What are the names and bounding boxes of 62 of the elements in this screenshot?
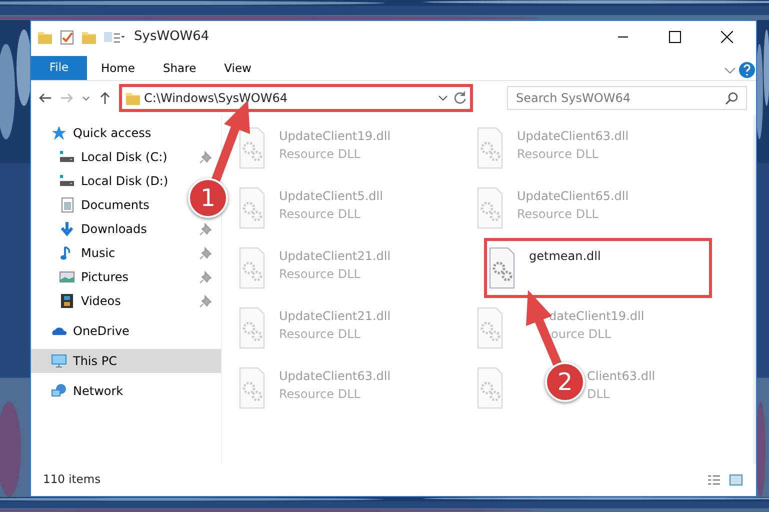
star-icon (51, 125, 67, 141)
maximize-icon[interactable] (669, 31, 681, 43)
file-tab[interactable]: File (31, 56, 87, 80)
dll-file-icon (475, 187, 505, 229)
dll-file-icon (237, 187, 267, 229)
sidebar-item[interactable]: Music (31, 241, 118, 265)
network-icon (51, 383, 67, 399)
drive-icon (59, 149, 75, 165)
sidebar-item[interactable]: Quick access (31, 121, 154, 145)
dll-file-icon (475, 367, 505, 409)
file-type: Resource DLL (279, 326, 362, 343)
details-view-icon[interactable] (706, 473, 722, 487)
film-icon (59, 293, 75, 309)
sidebar-item[interactable]: Documents (31, 193, 152, 217)
search-icon[interactable] (725, 91, 739, 105)
help-icon[interactable] (738, 60, 756, 80)
highlighted-file[interactable]: getmean.dll (484, 238, 712, 298)
sidebar-item[interactable]: Downloads (31, 217, 150, 241)
file-type: Resource DLL (279, 266, 362, 283)
file-type: DLL (587, 386, 611, 403)
dll-file-icon (237, 127, 267, 169)
file-type: ource DLL (551, 326, 612, 343)
sidebar-item[interactable]: Local Disk (C:) (31, 145, 170, 169)
download-icon (59, 221, 75, 237)
large-icons-view-icon[interactable] (728, 473, 744, 487)
window-title: SysWOW64 (134, 28, 210, 46)
customize-icon[interactable] (103, 29, 125, 45)
dll-file-icon (487, 247, 517, 289)
sidebar-item[interactable]: Local Disk (D:) (31, 169, 172, 193)
dll-file-icon (475, 307, 505, 349)
sidebar-item[interactable]: Pictures (31, 265, 132, 289)
dll-file-icon (237, 307, 267, 349)
search-field[interactable]: Search SysWOW64 (507, 86, 747, 110)
dll-file-icon (475, 127, 505, 169)
close-icon[interactable] (721, 31, 733, 43)
item-count: 110 items (43, 471, 101, 488)
monitor-icon (51, 353, 67, 369)
dll-file-icon (237, 367, 267, 409)
folder-icon (125, 90, 141, 106)
image-icon (59, 269, 75, 285)
address-path: C:\Windows\SysWOW64 (144, 90, 288, 107)
sidebar-item[interactable]: OneDrive (31, 319, 132, 343)
file-type: Resource DLL (279, 206, 362, 223)
ribbon-tab[interactable]: View (210, 60, 266, 80)
file-type: Resource DLL (517, 206, 600, 223)
file-type: Resource DLL (279, 146, 362, 163)
document-icon (59, 197, 75, 213)
address-bar[interactable]: C:\Windows\SysWOW64 (119, 84, 473, 112)
drive-icon (59, 173, 75, 189)
ribbon-tab[interactable]: Share (148, 60, 210, 80)
folder-icon (37, 29, 53, 45)
file-name[interactable]: getmean.dll (529, 247, 601, 265)
sidebar-item[interactable]: Videos (31, 289, 124, 313)
file-type: Resource DLL (517, 146, 600, 163)
ribbon-tab[interactable]: Home (87, 60, 149, 80)
scrollbar[interactable] (752, 115, 756, 464)
properties-icon[interactable] (59, 29, 75, 45)
file-type: Resource DLL (279, 386, 362, 403)
sidebar-item[interactable]: This PC (31, 349, 221, 373)
sidebar-item[interactable]: Network (31, 379, 126, 403)
dll-file-icon (237, 247, 267, 289)
minimize-icon[interactable] (618, 36, 628, 38)
